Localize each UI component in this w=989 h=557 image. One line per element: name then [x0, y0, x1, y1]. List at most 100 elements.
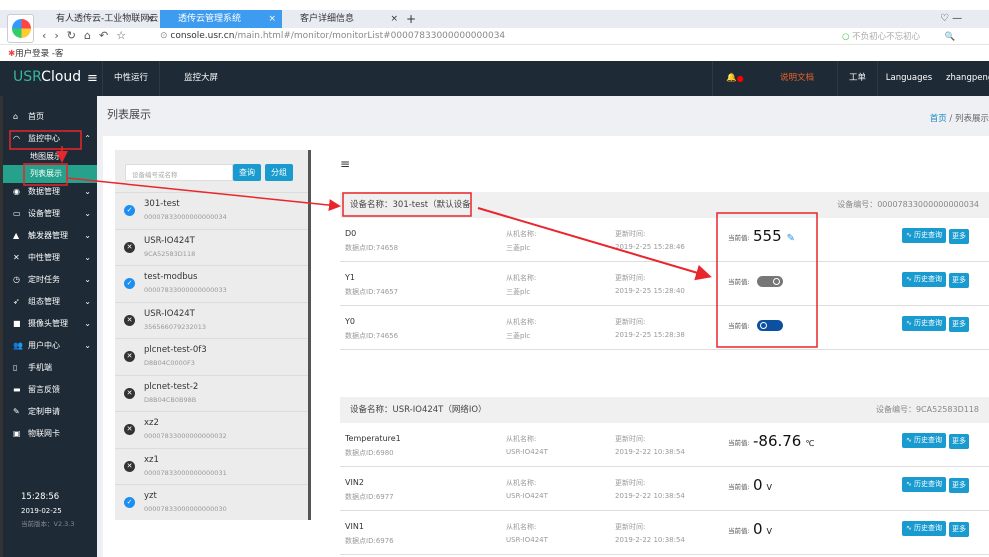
device-list-item[interactable]: ✕ xz1 00007833000000000031	[115, 447, 308, 484]
sidebar-item-device[interactable]: ▭ 设备管理 ⌄	[3, 203, 97, 225]
edit-icon[interactable]: ✎	[787, 233, 795, 244]
tab-usr-home[interactable]: 有人透传云-工业物联网云 ×	[38, 10, 160, 28]
switch-toggle[interactable]	[757, 276, 783, 287]
sidebar-item-home[interactable]: ⌂ 首页	[3, 106, 97, 128]
device-list: 设备编号或名称 查询 分组 ✓ 301-test 000078330000000…	[115, 150, 311, 520]
sidebar-item-feedback[interactable]: ▬ 留言反馈	[3, 379, 97, 401]
ticket-link[interactable]: 工单	[837, 61, 877, 96]
more-button[interactable]: 更多	[949, 273, 969, 288]
close-icon[interactable]: ×	[146, 10, 154, 28]
device-list-item[interactable]: ✕ USR-IO424T 9CA52583D118	[115, 228, 308, 265]
brand-logo[interactable]: USRCloud	[13, 69, 81, 85]
address-bar: ‹›↻⌂↶☆ ⊙ console.usr.cn/main.html#/monit…	[0, 28, 989, 45]
sidebar-item-users[interactable]: 👥 用户中心 ⌄	[3, 335, 97, 357]
device-list-item[interactable]: ✓ 301-test 00007833000000000034	[115, 192, 308, 228]
device-search-input[interactable]: 设备编号或名称	[125, 164, 233, 181]
nav-buttons-icon[interactable]: ‹›↻⌂↶☆	[42, 29, 134, 42]
tab-customer[interactable]: 客户详细信息 ×	[282, 10, 404, 28]
user-menu[interactable]: zhangpeng1	[946, 61, 989, 96]
close-icon[interactable]: ×	[390, 10, 398, 28]
browser-tab-bar: 有人透传云-工业物联网云 × 透传云管理系统 × 客户详细信息 × + ♡ —	[0, 10, 989, 28]
slave-name: USR-IO424T	[506, 448, 548, 456]
more-button[interactable]: 更多	[949, 522, 969, 537]
history-button[interactable]: ∿ 历史查询	[902, 433, 946, 448]
nav-monitor-screen[interactable]: 监控大屏	[184, 61, 218, 96]
window-controls[interactable]: ♡ —	[940, 10, 962, 28]
more-button[interactable]: 更多	[949, 229, 969, 244]
languages-menu[interactable]: Languages	[877, 61, 940, 96]
bookmark-item[interactable]: ✱用户登录 -客	[8, 47, 63, 59]
query-button[interactable]: 查询	[233, 164, 261, 181]
device-list-item[interactable]: ✕ xz2 00007833000000000032	[115, 411, 308, 447]
offline-x-icon: ✕	[124, 460, 135, 472]
new-tab-button[interactable]: +	[406, 10, 420, 28]
data-point-name: Temperature1	[345, 434, 401, 443]
device-group-header: 设备名称：USR-IO424T（网络IO） 设备编号：9CA52583D118	[340, 397, 989, 423]
mobile-icon: ▯	[13, 363, 18, 372]
sidebar-item-config[interactable]: ➶ 组态管理 ⌄	[3, 291, 97, 313]
device-list-item[interactable]: ✕ plcnet-test-0f3 D8B04C0000F3	[115, 338, 308, 374]
more-button[interactable]: 更多	[949, 317, 969, 332]
sidebar-item-map[interactable]: 地图展示	[3, 148, 97, 166]
clock-icon: ◷	[13, 275, 20, 284]
device-list-item[interactable]: ✕ plcnet-test-2 D8B04CB0B98B	[115, 374, 308, 411]
device-group-number: 设备编号：9CA52583D118	[875, 405, 979, 414]
sidebar-item-mobile[interactable]: ▯ 手机端	[3, 357, 97, 379]
updated-label: 更新时间:	[615, 479, 646, 487]
chevron-down-icon: ⌄	[84, 187, 91, 196]
history-button[interactable]: ∿ 历史查询	[902, 228, 946, 243]
bell-icon[interactable]: 🔔●	[712, 61, 757, 96]
users-icon: 👥	[13, 341, 23, 350]
pulse-icon: ∿	[905, 319, 912, 327]
sidebar-item-custom[interactable]: ✎ 定制申请	[3, 401, 97, 423]
browser-search-field[interactable]: ○ 不负初心不忘初心 🔍	[842, 30, 955, 42]
breadcrumb-home[interactable]: 首页	[930, 114, 947, 124]
data-point-row: VIN1 数据点ID:6976 从机名称: USR-IO424T 更新时间: 2…	[340, 511, 989, 555]
device-list-item[interactable]: ✓ test-modbus 00007833000000000033	[115, 265, 308, 301]
slave-name: 三菱plc	[506, 332, 531, 340]
sidebar-item-monitor[interactable]: ◠ 监控中心 ⌃	[3, 128, 97, 150]
history-button[interactable]: ∿ 历史查询	[902, 272, 946, 287]
switch-toggle[interactable]	[757, 320, 783, 331]
app-header: USRCloud ≡ 中性运行 监控大屏 🔔● 说明文档 工单 Language…	[0, 61, 989, 96]
chevron-down-icon: ⌄	[84, 275, 91, 284]
device-id: 00007833000000000034	[144, 213, 227, 221]
docs-link[interactable]: 说明文档	[780, 61, 814, 96]
nav-neutral-run[interactable]: 中性运行	[102, 61, 160, 96]
updated-label: 更新时间:	[615, 318, 646, 326]
close-icon[interactable]: ×	[268, 10, 276, 28]
data-point-name: VIN1	[345, 522, 364, 531]
url-field[interactable]: ⊙ console.usr.cn/main.html#/monitor/moni…	[160, 31, 505, 41]
tab-label: 透传云管理系统	[178, 14, 242, 24]
device-list-item[interactable]: ✓ yzt 00007833000000000030	[115, 484, 308, 520]
sidebar-item-neutral[interactable]: ✕ 中性管理 ⌄	[3, 247, 97, 269]
sidebar-item-timer[interactable]: ◷ 定时任务 ⌄	[3, 269, 97, 291]
history-button[interactable]: ∿ 历史查询	[902, 521, 946, 536]
updated-time: 2019-2-25 15:28:40	[615, 287, 685, 295]
sidebar-item-trigger[interactable]: ▲ 触发器管理 ⌄	[3, 225, 97, 247]
menu-icon[interactable]: ≡	[340, 157, 350, 171]
offline-x-icon: ✕	[124, 241, 135, 253]
sidebar-item-iot-card[interactable]: ▣ 物联网卡	[3, 423, 97, 445]
device-id: 356566079232013	[144, 322, 207, 331]
current-value: -86.76 ℃	[753, 432, 815, 450]
current-value-label: 当前值:	[728, 527, 750, 535]
group-button[interactable]: 分组	[265, 164, 293, 181]
tab-console[interactable]: 透传云管理系统 ×	[160, 10, 282, 28]
sidebar-item-data[interactable]: ◉ 数据管理 ⌄	[3, 181, 97, 203]
chevron-down-icon: ⌄	[84, 319, 91, 328]
current-value-label: 当前值:	[728, 483, 750, 491]
device-id: 00007833000000000033	[144, 286, 227, 294]
more-button[interactable]: 更多	[949, 434, 969, 449]
bookmark-label: 用户登录 -客	[15, 49, 64, 59]
sidebar-item-camera[interactable]: ■ 摄像头管理 ⌄	[3, 313, 97, 335]
history-button[interactable]: ∿ 历史查询	[902, 477, 946, 492]
history-button[interactable]: ∿ 历史查询	[902, 316, 946, 331]
more-button[interactable]: 更多	[949, 478, 969, 493]
device-list-item[interactable]: ✕ USR-IO424T 356566079232013	[115, 301, 308, 338]
rocket-icon: ➶	[13, 297, 20, 306]
slave-label: 从机名称:	[506, 523, 537, 531]
current-value: 555 ✎	[753, 227, 796, 245]
menu-toggle-icon[interactable]: ≡	[87, 61, 98, 96]
data-point-id: 数据点ID:74658	[345, 244, 399, 252]
